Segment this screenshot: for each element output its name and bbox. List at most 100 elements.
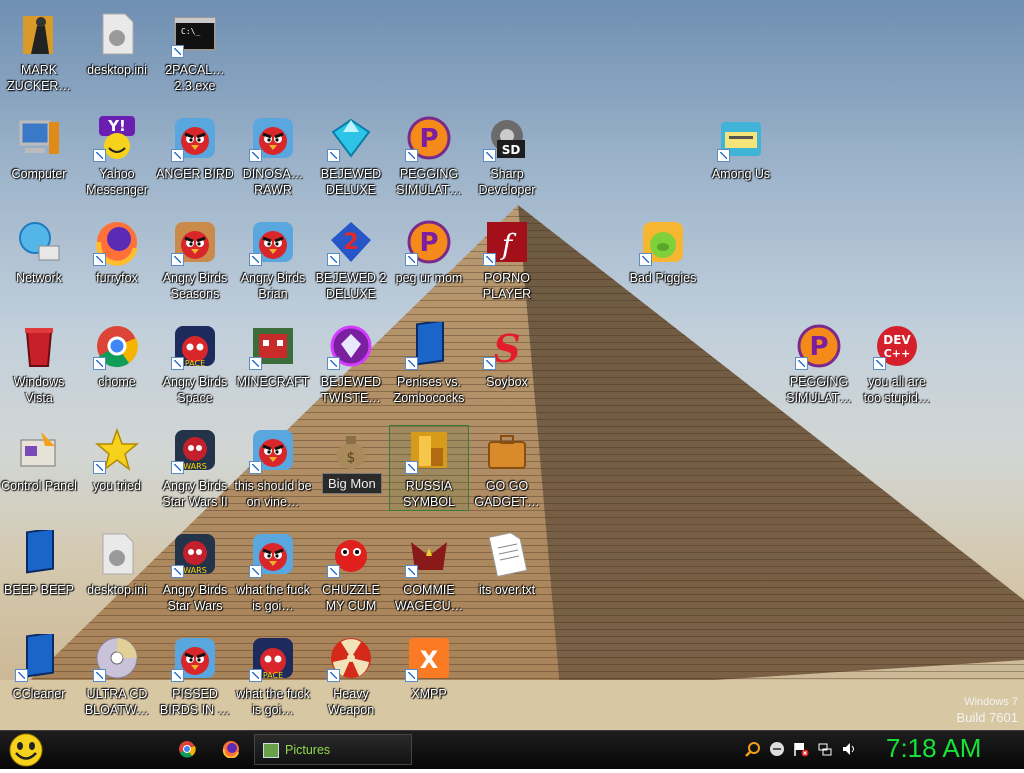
desktop-icon-label: Angry Birds Space	[162, 375, 228, 405]
desktop-icon-label: ULTRA CD BLOATW…	[84, 687, 150, 717]
icon-tooltip: Big Mon	[322, 473, 382, 494]
taskbar-chrome-button[interactable]	[178, 740, 196, 758]
svg-text:C++: C++	[884, 347, 911, 360]
desktop-icon[interactable]: what the fuck is goi…	[234, 530, 312, 614]
svg-text:Y!: Y!	[107, 117, 126, 135]
desktop-icon-image	[171, 218, 219, 266]
desktop-icon[interactable]: Computer	[0, 114, 78, 182]
desktop-icon[interactable]: Bad Piggies	[624, 218, 702, 286]
desktop-icon[interactable]: CHUZZLE MY CUM	[312, 530, 390, 614]
desktop-icon[interactable]: ULTRA CD BLOATW…	[78, 634, 156, 718]
desktop-icon-label: Penises vs. Zombococks	[393, 375, 465, 405]
desktop-icon[interactable]: Penises vs. Zombococks	[390, 322, 468, 406]
desktop-icon[interactable]: this should be on vine…	[234, 426, 312, 510]
desktop-icon[interactable]: Ppeg ur mom	[390, 218, 468, 286]
shortcut-arrow-icon	[327, 669, 340, 682]
desktop-icon-image: P	[795, 322, 843, 370]
desktop-icon[interactable]: Heavy Weapon	[312, 634, 390, 718]
taskbar-clock[interactable]: 7:18 AM	[886, 733, 981, 764]
desktop-icon[interactable]: chome	[78, 322, 156, 390]
desktop-icon[interactable]: RUSSIA SYMBOL	[389, 425, 469, 511]
desktop-icon[interactable]: DEV C++ you all are too stupid…	[858, 322, 936, 406]
desktop-icon[interactable]: SD Sharp Developer	[468, 114, 546, 198]
desktop-icon[interactable]: Network	[0, 218, 78, 286]
windows-watermark: Windows 7 Build 7601	[957, 694, 1018, 726]
desktop-icon[interactable]: PACE what the fuck is goi…	[234, 634, 312, 718]
watermark-build: Build 7601	[956, 710, 1018, 725]
desktop-icon[interactable]: Y! Yahoo Messenger	[78, 114, 156, 198]
desktop-icon-image	[639, 218, 687, 266]
desktop-icon[interactable]: Windows Vista	[0, 322, 78, 406]
desktop-icon-label: BEJEWED TWISTE…	[320, 375, 382, 405]
firefox-icon	[222, 741, 239, 759]
desktop-icon[interactable]: X XMPP	[390, 634, 468, 702]
desktop-icon-image: P	[405, 218, 453, 266]
shortcut-arrow-icon	[405, 461, 418, 474]
desktop-icon-image	[483, 530, 531, 578]
desktop-icon[interactable]: CCleaner	[0, 634, 78, 702]
taskbar-firefox-button[interactable]	[222, 740, 240, 759]
desktop-icon[interactable]: GO GO GADGET…	[468, 426, 546, 510]
desktop-icon-image	[327, 322, 375, 370]
tray-search[interactable]	[745, 741, 761, 757]
desktop-icon-label: its over.txt	[478, 583, 536, 597]
desktop-icon[interactable]: BEEP BEEP	[0, 530, 78, 598]
desktop-icon[interactable]: PISSED BIRDS IN …	[156, 634, 234, 718]
config-file-icon	[102, 533, 134, 575]
desktop-icon[interactable]: C:\_ 2PACAL… 2.3.exe	[156, 10, 234, 94]
desktop-icon-label: furryfox	[96, 271, 138, 285]
desktop-icon-label: PORNO PLAYER	[482, 271, 532, 301]
desktop-icon[interactable]: its over.txt	[468, 530, 546, 598]
desktop-icon[interactable]: WARS Angry Birds Star Wars II	[156, 426, 234, 510]
desktop-icon[interactable]: BEJEWED TWISTE…	[312, 322, 390, 406]
svg-text:P: P	[419, 124, 438, 154]
desktop-icon[interactable]: desktop.ini	[78, 10, 156, 78]
desktop-icon[interactable]: 2 BEJEWED 2 DELUXE	[312, 218, 390, 302]
desktop-icon[interactable]: WARS Angry Birds Star Wars	[156, 530, 234, 614]
chrome-icon	[179, 741, 196, 758]
desktop-icon-label: what the fuck is goi…	[236, 583, 310, 613]
desktop-icon[interactable]: furryfox	[78, 218, 156, 286]
tray-volume[interactable]	[841, 741, 857, 757]
desktop-icon[interactable]: $	[312, 426, 390, 478]
desktop-icon[interactable]: f PORNO PLAYER	[468, 218, 546, 302]
start-button[interactable]	[6, 732, 46, 768]
desktop-icon[interactable]: S Soybox	[468, 322, 546, 390]
desktop-icon[interactable]: desktop.ini	[78, 530, 156, 598]
shortcut-arrow-icon	[249, 669, 262, 682]
desktop-icon[interactable]: MINECRAFT	[234, 322, 312, 390]
desktop-icon-label: desktop.ini	[87, 583, 147, 597]
shortcut-arrow-icon	[171, 45, 184, 58]
desktop-icon[interactable]: you tried	[78, 426, 156, 494]
shortcut-arrow-icon	[249, 565, 262, 578]
shortcut-arrow-icon	[93, 461, 106, 474]
desktop-icon[interactable]: PACE Angry Birds Space	[156, 322, 234, 406]
search-icon	[745, 742, 760, 757]
desktop-icon[interactable]: COMMIE WAGECU…	[390, 530, 468, 614]
desktop-icon-label: Windows Vista	[13, 375, 65, 405]
shortcut-arrow-icon	[873, 357, 886, 370]
desktop-icon-image	[15, 218, 63, 266]
desktop-icon[interactable]: ANGER BIRD	[156, 114, 234, 182]
desktop-icon[interactable]: DINOSA… RAWR	[234, 114, 312, 198]
desktop-icon[interactable]: Among Us	[702, 114, 780, 182]
taskbar-pictures-window[interactable]: Pictures	[254, 734, 412, 765]
tray-messenger[interactable]	[769, 741, 785, 757]
tray-flag[interactable]	[793, 741, 809, 757]
desktop[interactable]: MARK ZUCKER… desktop.ini C:\_ 2PACAL… 2.3.e…	[0, 0, 1024, 730]
desktop-icon[interactable]: BEJEWED DELUXE	[312, 114, 390, 198]
desktop-icon[interactable]: P PEGGING SIMULAT…	[390, 114, 468, 198]
desktop-icon[interactable]: P PEGGING SIMULAT…	[780, 322, 858, 406]
desktop-icon-image	[93, 10, 141, 58]
tray-network[interactable]	[817, 741, 833, 757]
desktop-icon[interactable]: Control Panel	[0, 426, 78, 494]
desktop-icon-label: you all are too stupid…	[863, 375, 931, 405]
svg-text:P: P	[809, 332, 828, 362]
desktop-icon-image	[93, 218, 141, 266]
desktop-icon-image: PACE	[171, 322, 219, 370]
desktop-icon[interactable]: Angry Birds Brian	[234, 218, 312, 302]
desktop-icon[interactable]: MARK ZUCKER…	[0, 10, 78, 94]
desktop-icon-image	[15, 322, 63, 370]
desktop-icon-image	[15, 10, 63, 58]
desktop-icon[interactable]: Angry Birds Seasons	[156, 218, 234, 302]
